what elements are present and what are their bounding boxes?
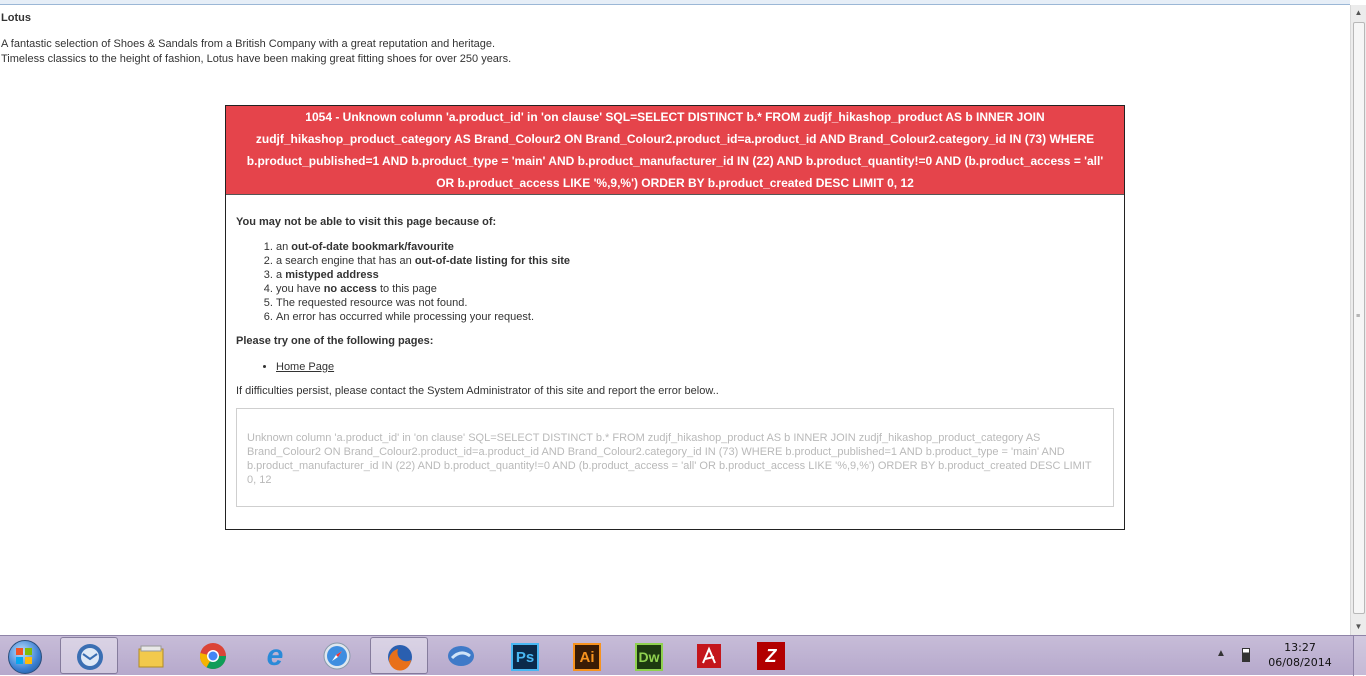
tray-expand-arrow-icon[interactable]: ▲ bbox=[1216, 648, 1226, 659]
reason-suffix: to this page bbox=[376, 283, 437, 295]
photoshop-icon: Ps bbox=[511, 643, 539, 671]
error-banner: 1054 - Unknown column 'a.product_id' in … bbox=[226, 106, 1124, 195]
reason-text: The requested resource was not found. bbox=[276, 297, 468, 309]
clock-date: 06/08/2014 bbox=[1268, 656, 1332, 669]
list-item: Home Page bbox=[276, 361, 1114, 373]
taskbar-acrobat-button[interactable] bbox=[680, 637, 738, 674]
suggested-pages-list: Home Page bbox=[236, 361, 1114, 373]
taskbar-ie-button[interactable]: e bbox=[246, 637, 304, 674]
reason-text: an bbox=[276, 241, 292, 253]
illustrator-icon: Ai bbox=[573, 643, 601, 671]
firefox-icon bbox=[388, 645, 412, 671]
reason-emphasis: mistyped address bbox=[285, 269, 379, 281]
taskbar-firefox-button[interactable] bbox=[370, 637, 428, 674]
reason-text: a search engine that has an bbox=[276, 255, 415, 267]
reason-item: The requested resource was not found. bbox=[276, 296, 1114, 310]
reasons-list: an out-of-date bookmark/favouritea searc… bbox=[236, 240, 1114, 324]
taskbar-illustrator-button[interactable]: Ai bbox=[556, 637, 614, 674]
try-pages-heading: Please try one of the following pages: bbox=[236, 335, 434, 347]
start-button[interactable] bbox=[3, 638, 47, 674]
scroll-up-arrow-icon[interactable]: ▲ bbox=[1351, 5, 1366, 21]
taskbar-dreamweaver-button[interactable]: Dw bbox=[618, 637, 676, 674]
dreamweaver-icon: Dw bbox=[635, 643, 663, 671]
taskbar-thunderbird-button[interactable] bbox=[60, 637, 118, 674]
intro-line-1: A fantastic selection of Shoes & Sandals… bbox=[1, 38, 496, 50]
safari-icon bbox=[323, 642, 351, 670]
scroll-thumb[interactable]: ≡ bbox=[1353, 22, 1365, 614]
persist-message: If difficulties persist, please contact … bbox=[236, 385, 719, 397]
intro-line-2: Timeless classics to the height of fashi… bbox=[1, 53, 512, 65]
taskbar: e Ps Ai Dw Z ▲ 13:27 06/08/2014 bbox=[0, 635, 1366, 676]
reason-item: An error has occurred while processing y… bbox=[276, 310, 1114, 324]
acrobat-icon bbox=[697, 644, 721, 668]
page-viewport: Lotus A fantastic selection of Shoes & S… bbox=[0, 5, 1350, 635]
error-detail-box: Unknown column 'a.product_id' in 'on cla… bbox=[236, 408, 1114, 507]
reason-item: an out-of-date bookmark/favourite bbox=[276, 240, 1114, 254]
taskbar-mail-button[interactable] bbox=[432, 637, 490, 674]
reason-text: An error has occurred while processing y… bbox=[276, 311, 535, 323]
scroll-down-arrow-icon[interactable]: ▼ bbox=[1351, 619, 1366, 635]
battery-icon[interactable] bbox=[1242, 648, 1250, 662]
show-desktop-button[interactable] bbox=[1353, 636, 1366, 676]
reason-item: you have no access to this page bbox=[276, 282, 1114, 296]
reason-emphasis: out-of-date listing for this site bbox=[414, 255, 571, 267]
error-body: You may not be able to visit this page b… bbox=[226, 195, 1124, 397]
taskbar-filezilla-button[interactable]: Z bbox=[742, 637, 800, 674]
vertical-scrollbar[interactable]: ▲ ≡ ▼ bbox=[1350, 5, 1366, 635]
reason-text: you have bbox=[276, 283, 324, 295]
reason-text: a bbox=[276, 269, 286, 281]
taskbar-photoshop-button[interactable]: Ps bbox=[494, 637, 552, 674]
reason-item: a search engine that has an out-of-date … bbox=[276, 254, 1114, 268]
internet-explorer-icon: e bbox=[266, 639, 284, 672]
taskbar-chrome-button[interactable] bbox=[184, 637, 242, 674]
file-explorer-icon bbox=[138, 645, 164, 668]
filezilla-icon: Z bbox=[757, 642, 785, 670]
reasons-heading: You may not be able to visit this page b… bbox=[236, 216, 497, 228]
brand-intro: A fantastic selection of Shoes & Sandals… bbox=[1, 37, 511, 67]
reason-emphasis: no access bbox=[323, 283, 377, 295]
windows-flag-icon bbox=[16, 648, 32, 664]
reason-item: a mistyped address bbox=[276, 268, 1114, 282]
clock-time: 13:27 bbox=[1284, 641, 1316, 654]
taskbar-safari-button[interactable] bbox=[308, 637, 366, 674]
brand-title: Lotus bbox=[1, 12, 31, 24]
reason-emphasis: out-of-date bookmark/favourite bbox=[291, 241, 454, 253]
chrome-icon bbox=[199, 643, 227, 670]
error-box: 1054 - Unknown column 'a.product_id' in … bbox=[225, 105, 1125, 530]
scroll-grip-icon: ≡ bbox=[1356, 313, 1361, 320]
taskbar-explorer-button[interactable] bbox=[122, 637, 180, 674]
system-tray: ▲ 13:27 06/08/2014 bbox=[1216, 636, 1366, 676]
thunderbird-icon bbox=[77, 644, 103, 670]
mail-icon bbox=[448, 646, 474, 666]
home-page-link[interactable]: Home Page bbox=[276, 361, 334, 373]
taskbar-clock[interactable]: 13:27 06/08/2014 bbox=[1260, 640, 1340, 670]
